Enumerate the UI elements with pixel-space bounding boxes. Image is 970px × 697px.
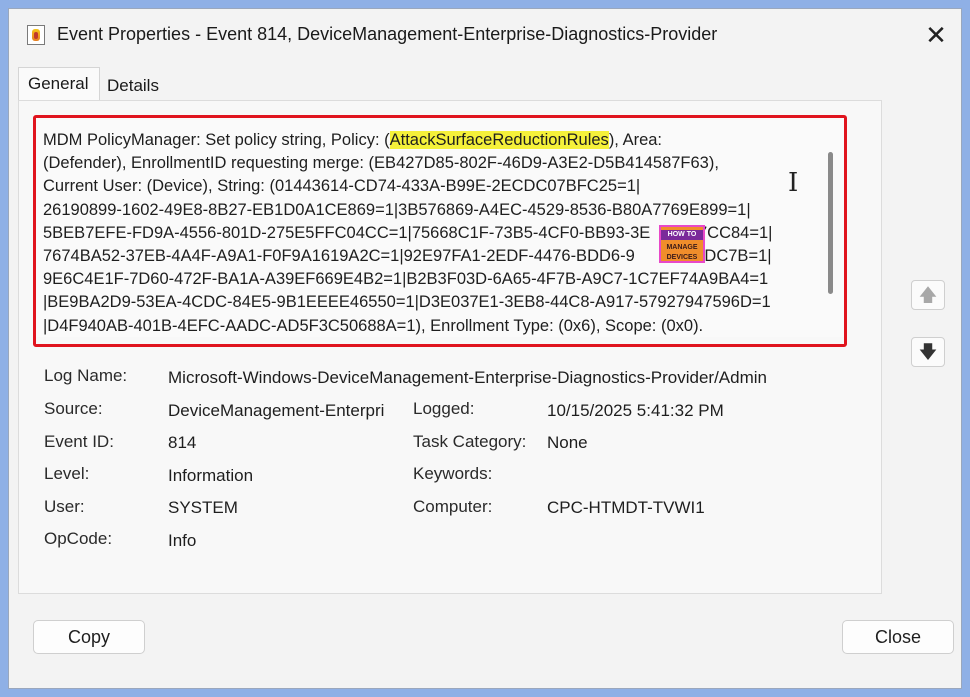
opcode-value: Info — [168, 531, 197, 550]
level-value: Information — [168, 466, 254, 485]
task-category-label: Task Category: — [413, 432, 527, 451]
task-category-value: None — [547, 433, 588, 452]
event-id-value: 814 — [168, 433, 197, 452]
source-value: DeviceManagement-Enterpri — [168, 401, 385, 420]
log-name-value: Microsoft-Windows-DeviceManagement-Enter… — [168, 368, 767, 387]
event-id-label: Event ID: — [44, 432, 114, 451]
log-name-label: Log Name: — [44, 366, 128, 385]
source-label: Source: — [44, 399, 103, 418]
user-label: User: — [44, 497, 85, 516]
computer-value: CPC-HTMDT-TVWI1 — [547, 498, 705, 517]
copy-button[interactable]: Copy — [33, 620, 145, 654]
close-button[interactable]: Close — [842, 620, 954, 654]
user-value: SYSTEM — [168, 498, 238, 517]
close-icon[interactable]: ✕ — [919, 19, 953, 51]
opcode-label: OpCode: — [44, 529, 113, 548]
tab-general[interactable]: General — [18, 67, 100, 101]
arrow-down-icon[interactable]: 🡇 — [911, 337, 945, 367]
event-viewer-app-icon — [27, 25, 45, 45]
level-label: Level: — [44, 464, 90, 483]
window-title: Event Properties - Event 814, DeviceMana… — [57, 24, 718, 44]
keywords-label: Keywords: — [413, 464, 493, 483]
arrow-up-icon[interactable]: 🡅 — [911, 280, 945, 310]
computer-label: Computer: — [413, 497, 493, 516]
title-bar: Event Properties - Event 814, DeviceMana… — [9, 9, 961, 61]
annotation-highlight-frame — [33, 115, 847, 347]
tab-details[interactable]: Details — [100, 73, 180, 101]
logged-value: 10/15/2025 5:41:32 PM — [547, 401, 724, 420]
logged-label: Logged: — [413, 399, 475, 418]
